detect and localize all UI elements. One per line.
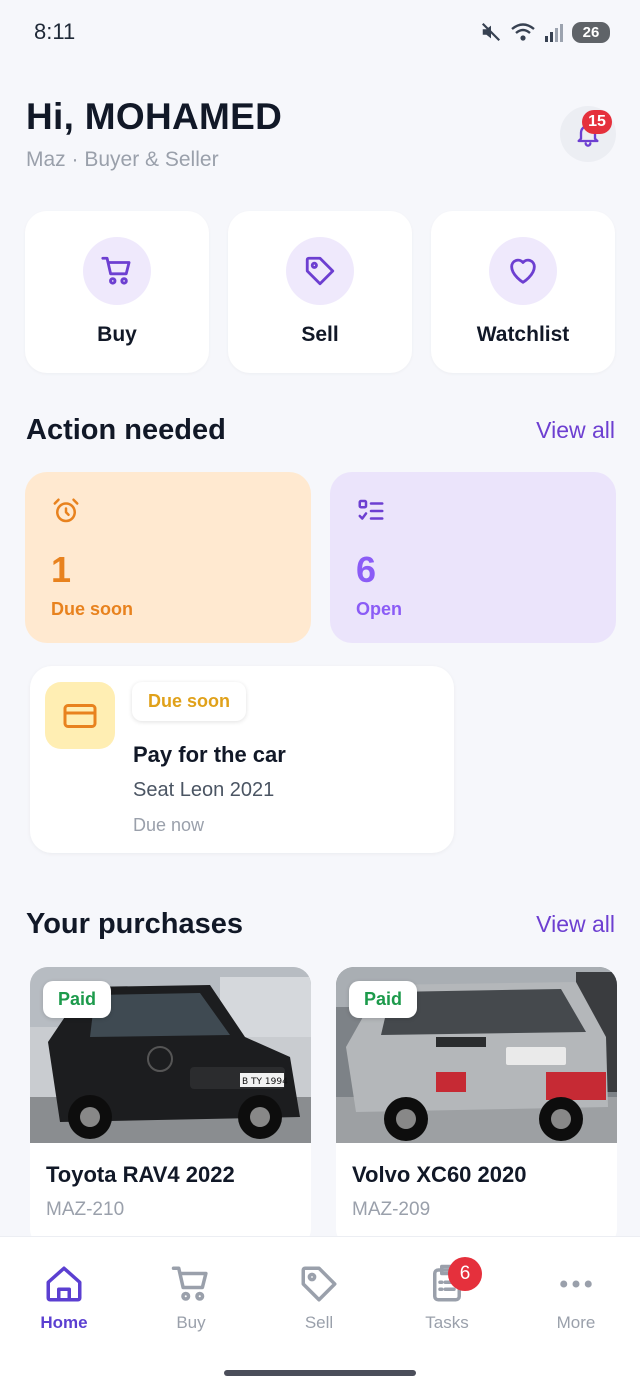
open-count: 6 <box>356 549 377 590</box>
car-reference: MAZ-210 <box>46 1199 125 1220</box>
open-card[interactable]: 6 Open <box>330 472 616 643</box>
car-reference: MAZ-209 <box>352 1199 431 1220</box>
mute-icon <box>481 22 501 42</box>
watchlist-card[interactable]: Watchlist <box>431 211 615 373</box>
more-dots-icon <box>560 1280 592 1288</box>
nav-sell-label: Sell <box>304 1313 334 1332</box>
tag-icon <box>301 1266 337 1302</box>
status-icons: 26 <box>480 21 610 43</box>
alarm-clock-icon <box>53 498 79 523</box>
car-plate-text: B TY 1994 <box>242 1077 288 1087</box>
task-title: Pay for the car <box>133 742 286 767</box>
buy-card[interactable]: Buy <box>25 211 209 373</box>
battery-indicator: 26 <box>572 21 610 43</box>
tasks-badge: 6 <box>448 1257 482 1291</box>
nav-more[interactable]: More <box>526 1263 626 1333</box>
paid-status-chip: Paid <box>43 981 112 1018</box>
due-soon-count: 1 <box>51 549 72 590</box>
purchase-card-volvo[interactable]: Paid Volvo XC60 2020 MAZ-209 <box>336 967 617 1247</box>
greeting: Hi, MOHAMED Maz · Buyer & Seller <box>26 96 282 172</box>
action-needed-view-all-link[interactable]: View all <box>536 417 615 444</box>
car-name: Volvo XC60 2020 <box>352 1162 527 1187</box>
sell-label: Sell <box>301 323 339 346</box>
nav-buy[interactable]: Buy <box>141 1263 241 1333</box>
greeting-title: Hi, MOHAMED <box>26 96 283 137</box>
watchlist-label: Watchlist <box>476 323 570 346</box>
nav-home[interactable]: Home <box>14 1263 114 1333</box>
nav-more-label: More <box>556 1313 596 1332</box>
action-needed-header: Action needed View all <box>26 414 615 447</box>
open-label: Open <box>356 599 403 619</box>
nav-buy-label: Buy <box>176 1313 206 1332</box>
car-photo-volvo: Paid <box>336 967 617 1143</box>
task-card[interactable]: Due soon Pay for the car Seat Leon 2021 … <box>30 666 454 853</box>
home-icon <box>46 1266 82 1302</box>
tag-icon <box>305 256 335 286</box>
due-soon-card[interactable]: 1 Due soon <box>25 472 311 643</box>
due-soon-label: Due soon <box>51 599 134 619</box>
task-due: Due now <box>133 815 205 835</box>
buy-label: Buy <box>97 323 137 346</box>
status-time: 8:11 <box>34 19 76 44</box>
car-name: Toyota RAV4 2022 <box>46 1162 235 1187</box>
purchases-header: Your purchases View all <box>26 908 615 941</box>
cart-icon <box>171 1266 208 1301</box>
car-photo-toyota: B TY 1994 Paid <box>30 967 311 1143</box>
sell-card[interactable]: Sell <box>228 211 412 373</box>
purchases-title: Your purchases <box>26 908 244 940</box>
quick-actions: Buy Sell Watchlist <box>25 211 615 373</box>
purchases-view-all-link[interactable]: View all <box>536 911 615 938</box>
cart-icon <box>101 256 131 285</box>
status-bar: 8:11 26 <box>0 0 640 64</box>
buy-icon-circle <box>83 237 151 305</box>
sell-icon-circle <box>286 237 354 305</box>
nav-tasks[interactable]: 6 Tasks <box>397 1257 497 1333</box>
notifications-button[interactable]: 15 <box>560 106 616 162</box>
nav-tasks-label: Tasks <box>425 1313 469 1332</box>
purchase-card-toyota[interactable]: B TY 1994 Paid Toyota RAV4 2022 MAZ-210 <box>30 967 311 1247</box>
signal-icon <box>545 24 563 42</box>
nav-home-label: Home <box>40 1313 88 1332</box>
credit-card-icon <box>63 703 97 728</box>
watchlist-icon-circle <box>489 237 557 305</box>
nav-sell[interactable]: Sell <box>269 1263 369 1333</box>
heart-icon <box>510 258 536 284</box>
action-needed-title: Action needed <box>26 414 226 446</box>
wifi-icon <box>511 23 535 41</box>
paid-status-chip: Paid <box>349 981 418 1018</box>
greeting-subtitle: Maz · Buyer & Seller <box>26 148 219 171</box>
checklist-icon <box>358 499 384 520</box>
bottom-nav: Home Buy Sell 6 Tasks More <box>0 1236 640 1387</box>
task-status-chip: Due soon <box>132 682 247 721</box>
notification-badge: 15 <box>582 110 612 134</box>
home-indicator[interactable] <box>224 1370 416 1376</box>
task-icon-box <box>45 682 115 749</box>
task-subtitle: Seat Leon 2021 <box>133 779 275 801</box>
